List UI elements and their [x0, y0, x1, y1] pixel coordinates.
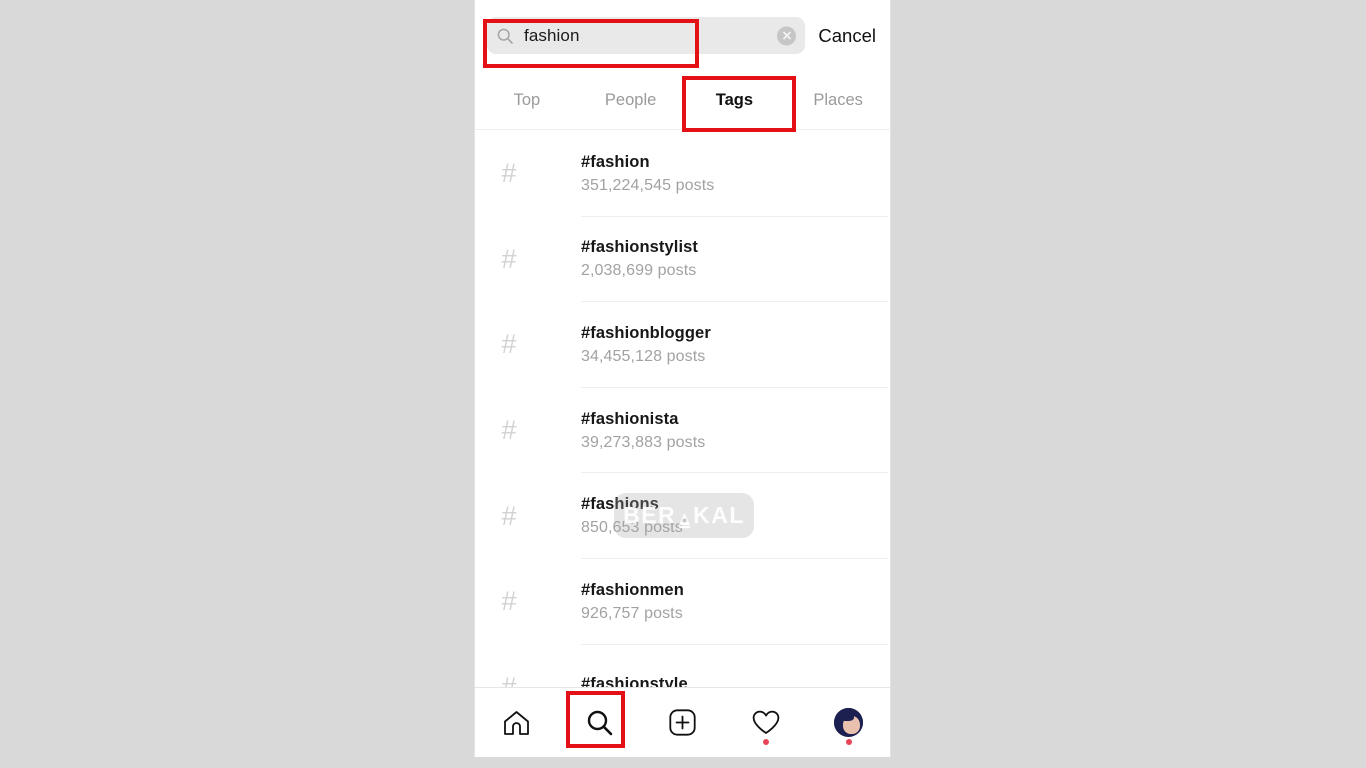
- cancel-button[interactable]: Cancel: [805, 25, 882, 47]
- hashtag-icon: #: [501, 586, 517, 617]
- hashtag-icon: #: [501, 243, 517, 274]
- list-item-body: #fashionista 39,273,883 posts: [581, 388, 890, 474]
- tab-places[interactable]: Places: [786, 71, 890, 129]
- tag-post-count: 2,038,699 posts: [581, 262, 697, 280]
- add-post-icon: [669, 709, 696, 736]
- tag-name: #fashionblogger: [581, 323, 711, 342]
- nav-search[interactable]: [558, 688, 641, 757]
- tag-name: #fashionmen: [581, 580, 684, 599]
- clear-icon[interactable]: [777, 26, 797, 45]
- search-tabs: Top People Tags Places: [475, 71, 890, 130]
- tab-tags[interactable]: Tags: [683, 71, 787, 129]
- list-item[interactable]: # #fashionista 39,273,883 posts: [475, 388, 890, 474]
- nav-activity[interactable]: [724, 688, 807, 757]
- tag-post-count: 926,757 posts: [581, 604, 683, 622]
- list-item-body: #fashionstylist 2,038,699 posts: [581, 217, 890, 303]
- list-item-body: #fashionblogger 34,455,128 posts: [581, 302, 890, 388]
- tag-post-count: 34,455,128 posts: [581, 347, 706, 365]
- tab-people[interactable]: People: [579, 71, 683, 129]
- tag-results-list[interactable]: # #fashion 351,224,545 posts # #fashions…: [475, 131, 890, 687]
- list-item-body: #fashionstyle: [581, 645, 890, 687]
- search-icon: [497, 28, 513, 44]
- list-item-body: #fashionmen 926,757 posts: [581, 559, 890, 645]
- tag-name: #fashion: [581, 152, 650, 171]
- home-icon: [503, 710, 530, 736]
- hashtag-icon: #: [501, 500, 517, 531]
- search-icon: [586, 709, 613, 736]
- nav-home[interactable]: [475, 688, 558, 757]
- hashtag-icon: #: [501, 415, 517, 446]
- list-item[interactable]: # #fashionstyle: [475, 645, 890, 687]
- hashtag-icon: #: [501, 329, 517, 360]
- tag-name: #fashionstyle: [581, 675, 688, 687]
- tag-name: #fashionstylist: [581, 238, 699, 257]
- hashtag-icon: #: [501, 158, 517, 189]
- heart-icon: [752, 710, 780, 735]
- hashtag-icon: #: [501, 671, 517, 687]
- nav-profile[interactable]: [807, 688, 890, 757]
- tag-post-count: 351,224,545 posts: [581, 176, 715, 194]
- tag-post-count: 850,653 posts: [581, 519, 683, 537]
- search-header: fashion Cancel: [475, 0, 890, 71]
- tab-top[interactable]: Top: [475, 71, 579, 129]
- list-item[interactable]: # #fashions 850,653 posts: [475, 473, 890, 559]
- activity-badge-dot: [762, 739, 769, 745]
- profile-badge-dot: [845, 739, 852, 745]
- list-item[interactable]: # #fashionstylist 2,038,699 posts: [475, 217, 890, 303]
- search-input[interactable]: fashion: [487, 17, 806, 54]
- tag-name: #fashionista: [581, 409, 679, 428]
- avatar: [834, 708, 863, 737]
- bottom-navigation-bar: [475, 687, 890, 757]
- list-item-body: #fashion 351,224,545 posts: [581, 131, 890, 217]
- list-item[interactable]: # #fashionblogger 34,455,128 posts: [475, 302, 890, 388]
- list-item[interactable]: # #fashion 351,224,545 posts: [475, 131, 890, 217]
- search-input-value: fashion: [524, 25, 580, 45]
- phone-screen: fashion Cancel Top People Tags Places # …: [474, 0, 891, 757]
- tag-post-count: 39,273,883 posts: [581, 433, 706, 451]
- nav-create[interactable]: [641, 688, 724, 757]
- list-item[interactable]: # #fashionmen 926,757 posts: [475, 559, 890, 645]
- tag-name: #fashions: [581, 495, 659, 514]
- list-item-body: #fashions 850,653 posts: [581, 473, 890, 559]
